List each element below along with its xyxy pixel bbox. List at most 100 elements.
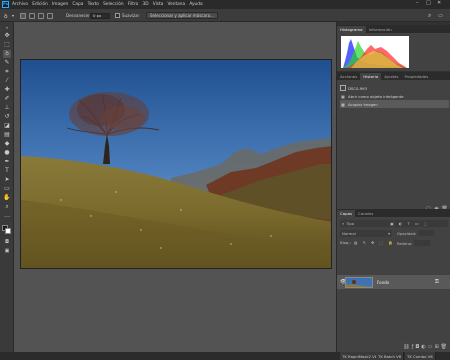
history-item-label: Acoplar imagen: [348, 101, 378, 107]
tab-layers[interactable]: Capas: [337, 210, 355, 217]
screen-mode-icon[interactable]: ▣: [3, 247, 11, 255]
rectangle-tool-icon[interactable]: ▭: [3, 185, 11, 193]
workspace-icon[interactable]: ▭: [438, 12, 443, 19]
move-tool-icon[interactable]: ✥: [3, 32, 11, 40]
tab-history[interactable]: Historia: [360, 73, 382, 80]
filter-icons[interactable]: ▣ ◐ T ▭ ⬚: [390, 221, 429, 226]
layers-footer: ⛓ ƒ ◘ ◐ ▭ ⊞ 🗑: [337, 344, 450, 352]
document-image[interactable]: [20, 59, 332, 269]
menu-filtro[interactable]: Filtro: [128, 2, 139, 7]
menu-vista[interactable]: Vista: [153, 2, 164, 7]
close-icon[interactable]: ✕: [437, 1, 441, 6]
document-canvas-area[interactable]: [14, 22, 336, 352]
zoom-tool-icon[interactable]: ⌕: [3, 203, 11, 211]
histogram-graph: [341, 36, 409, 68]
feather-input[interactable]: 0 px: [90, 12, 110, 19]
new-layer-icon[interactable]: ⊞: [434, 344, 438, 352]
marquee-tool-icon[interactable]: ⬚: [3, 41, 11, 49]
blur-tool-icon[interactable]: ◆: [3, 140, 11, 148]
antialias-checkbox[interactable]: [115, 13, 120, 18]
link-layers-icon[interactable]: ⛓: [403, 344, 409, 352]
dodge-tool-icon[interactable]: ●: [3, 149, 11, 157]
layer-kind-label: Tipo: [346, 221, 355, 226]
collapse-tools-icon[interactable]: »: [3, 24, 11, 32]
history-item-flatten[interactable]: ▦ Acoplar imagen: [340, 100, 449, 108]
menu-archivo[interactable]: Archivo: [12, 2, 28, 7]
background-color-swatch[interactable]: [5, 228, 11, 234]
brush-tool-icon[interactable]: ✐: [3, 95, 11, 103]
tab-info[interactable]: Información: [366, 26, 395, 33]
crop-tool-icon[interactable]: ⌗: [3, 68, 11, 76]
tab-properties[interactable]: Propiedades: [401, 73, 431, 80]
select-and-mask-button[interactable]: Seleccionar y aplicar máscara...: [146, 12, 218, 19]
options-bar: ꝺ ▾ Desvanecer: 0 px Suavizar Selecciona…: [0, 9, 450, 22]
menu-3d[interactable]: 3D: [142, 2, 148, 7]
history-tabs: Acciones Historia Ajustes Propiedades: [337, 72, 450, 80]
pen-tool-icon[interactable]: ✒: [3, 158, 11, 166]
fill-label: Relleno:: [397, 240, 413, 246]
tab-tk-batch[interactable]: TK Batch V6: [376, 352, 405, 360]
lock-controls: Bloq.: ▨ ✎ ✥ ⬚ 🔒: [340, 240, 395, 245]
blend-mode-select[interactable]: Normal ▾: [340, 230, 392, 237]
tab-tk-combo[interactable]: TK Combo V6: [405, 352, 436, 360]
tab-tk-rapidmask[interactable]: TK RapidMask2 V6: [340, 352, 381, 360]
new-selection-icon[interactable]: [20, 12, 26, 19]
menu-texto[interactable]: Texto: [88, 2, 99, 7]
layer-lock-icon: ⚿: [435, 279, 439, 285]
subtract-selection-icon[interactable]: [38, 12, 44, 19]
landscape-photo: [21, 60, 331, 268]
hand-tool-icon[interactable]: ✋: [3, 194, 11, 202]
tab-actions[interactable]: Acciones: [337, 73, 360, 80]
eraser-tool-icon[interactable]: ◪: [3, 122, 11, 130]
layer-mask-icon[interactable]: ◘: [415, 344, 419, 352]
quick-mask-icon[interactable]: ◘: [3, 238, 11, 246]
maximize-icon[interactable]: □: [426, 1, 431, 6]
layer-style-icon[interactable]: ƒ: [412, 344, 414, 352]
history-brush-tool-icon[interactable]: ↺: [3, 113, 11, 121]
adjustment-layer-icon[interactable]: ◐: [421, 344, 425, 352]
minimize-icon[interactable]: –: [416, 1, 419, 6]
clone-stamp-tool-icon[interactable]: ⊥: [3, 104, 11, 112]
photoshop-window: Ps Archivo Edición Imagen Capa Texto Sel…: [0, 0, 450, 360]
fill-input[interactable]: [414, 240, 431, 246]
delete-layer-icon[interactable]: 🗑: [441, 344, 447, 352]
tab-histogram[interactable]: Histograma: [337, 26, 366, 33]
bottom-extensions-bar: TK RapidMask2 V6 TK Batch V6 TK Combo V6: [0, 352, 450, 360]
add-selection-icon[interactable]: [29, 12, 35, 19]
gradient-tool-icon[interactable]: ▤: [3, 131, 11, 139]
menu-ventana[interactable]: Ventana: [168, 2, 186, 7]
menu-edicion[interactable]: Edición: [32, 2, 48, 7]
lock-label: Bloq.:: [340, 240, 351, 245]
layers-tabs: Capas Canales: [337, 209, 450, 217]
filter-search-icon: ⌕: [342, 221, 345, 226]
menu-ayuda[interactable]: Ayuda: [189, 2, 202, 7]
search-icon[interactable]: ⌕: [428, 12, 431, 19]
menu-seleccion[interactable]: Selección: [103, 2, 123, 7]
menu-capa[interactable]: Capa: [72, 2, 83, 7]
menu-imagen[interactable]: Imagen: [52, 2, 68, 7]
path-selection-tool-icon[interactable]: ➤: [3, 176, 11, 184]
quick-selection-tool-icon[interactable]: ✎: [3, 59, 11, 67]
lasso-tool-icon[interactable]: ꝺ: [3, 50, 11, 58]
lock-icons[interactable]: ▨ ✎ ✥ ⬚ 🔒: [354, 240, 395, 245]
fill-control[interactable]: Relleno:: [397, 240, 431, 246]
eyedropper-tool-icon[interactable]: ⁄: [3, 77, 11, 85]
healing-brush-tool-icon[interactable]: ✚: [3, 86, 11, 94]
layer-kind-filter[interactable]: ⌕ Tipo ▣ ◐ T ▭ ⬚: [340, 220, 448, 227]
more-tools-icon[interactable]: …: [3, 212, 11, 220]
tab-channels[interactable]: Canales: [355, 210, 376, 217]
history-snapshot[interactable]: DSC0-993: [340, 84, 449, 92]
menu-bar: Ps Archivo Edición Imagen Capa Texto Sel…: [0, 0, 450, 9]
intersect-selection-icon[interactable]: [47, 12, 53, 19]
opacity-input[interactable]: [418, 230, 435, 236]
history-item-open[interactable]: ▦ Abrir como objeto inteligente: [340, 92, 449, 100]
type-tool-icon[interactable]: T: [3, 167, 11, 175]
layer-row-background[interactable]: 👁 Fondo ⚿: [337, 275, 450, 289]
preset-dropdown-icon[interactable]: ▾: [12, 12, 14, 19]
history-step-icon: ▦: [341, 93, 345, 99]
lasso-tool-preset-icon[interactable]: ꝺ: [4, 12, 8, 20]
layer-name: Fondo: [377, 279, 390, 285]
tab-adjustments[interactable]: Ajustes: [381, 73, 401, 80]
group-icon[interactable]: ▭: [428, 344, 433, 352]
opacity-control[interactable]: Opacidad:: [397, 230, 435, 236]
